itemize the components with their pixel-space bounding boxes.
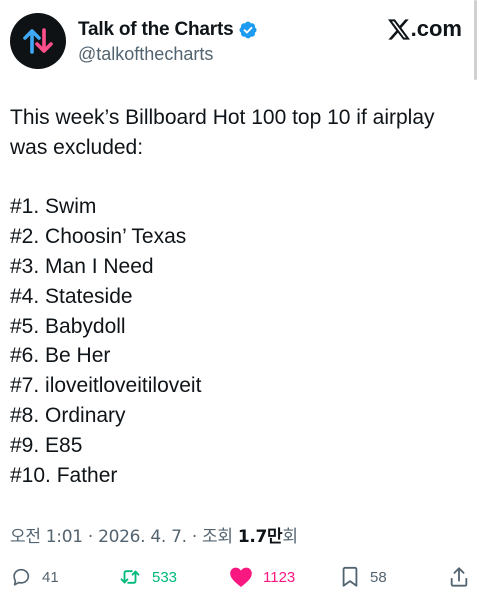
tweet-date[interactable]: 2026. 4. 7. — [98, 527, 187, 547]
list-item: #9. E85 — [10, 433, 83, 457]
repost-button[interactable]: 533 — [118, 563, 177, 591]
heart-icon — [230, 567, 252, 587]
share-button[interactable] — [449, 563, 469, 591]
author-name[interactable]: Talk of the Charts — [78, 19, 234, 41]
reply-count: 41 — [42, 568, 59, 586]
verified-badge-icon — [239, 21, 258, 39]
reply-button[interactable]: 41 — [10, 563, 59, 591]
views-label: 조회 — [202, 527, 233, 547]
meta-separator: · — [191, 527, 197, 547]
list-item: #1. Swim — [10, 195, 97, 219]
tweet-meta: 오전 1:01 · 2026. 4. 7. · 조회 1.7만회 — [10, 522, 298, 547]
bookmark-icon — [342, 566, 358, 587]
list-item: #7. iloveitloveitiloveit — [10, 374, 202, 398]
like-count: 1123 — [263, 568, 296, 586]
views-unit: 회 — [282, 527, 298, 547]
reply-icon — [13, 568, 30, 586]
like-button[interactable]: 1123 — [229, 563, 295, 591]
repost-count: 533 — [152, 568, 178, 586]
avatar[interactable] — [10, 13, 66, 69]
tweet-intro: This week’s Billboard Hot 100 top 10 if … — [10, 106, 435, 159]
list-item: #2. Choosin’ Texas — [10, 225, 187, 249]
list-item: #5. Babydoll — [10, 314, 126, 338]
scrollbar[interactable] — [474, 0, 477, 80]
list-item: #8. Ordinary — [10, 403, 126, 427]
repost-icon — [120, 570, 140, 584]
meta-separator: · — [87, 527, 93, 547]
list-item: #4. Stateside — [10, 284, 133, 308]
x-logo-suffix: .com — [410, 16, 462, 41]
author-handle[interactable]: @talkofthecharts — [78, 44, 213, 65]
list-item: #10. Father — [10, 463, 118, 487]
views-count[interactable]: 1.7만 — [238, 527, 283, 547]
x-logo[interactable]: .com — [387, 16, 462, 42]
tweet-text: This week’s Billboard Hot 100 top 10 if … — [10, 103, 470, 490]
author-name-row: Talk of the Charts — [78, 19, 258, 41]
action-bar: 41 533 1123 58 — [0, 563, 480, 591]
list-item: #3. Man I Need — [10, 254, 154, 278]
share-icon — [450, 567, 468, 587]
x-logo-icon — [387, 18, 410, 40]
bookmark-count: 58 — [370, 568, 387, 586]
tweet-header: Talk of the Charts @talkofthecharts .com — [10, 13, 470, 69]
list-item: #6. Be Her — [10, 344, 111, 368]
up-down-arrows-icon — [23, 28, 53, 54]
bookmark-button[interactable]: 58 — [340, 563, 387, 591]
tweet-time[interactable]: 오전 1:01 — [10, 527, 83, 547]
